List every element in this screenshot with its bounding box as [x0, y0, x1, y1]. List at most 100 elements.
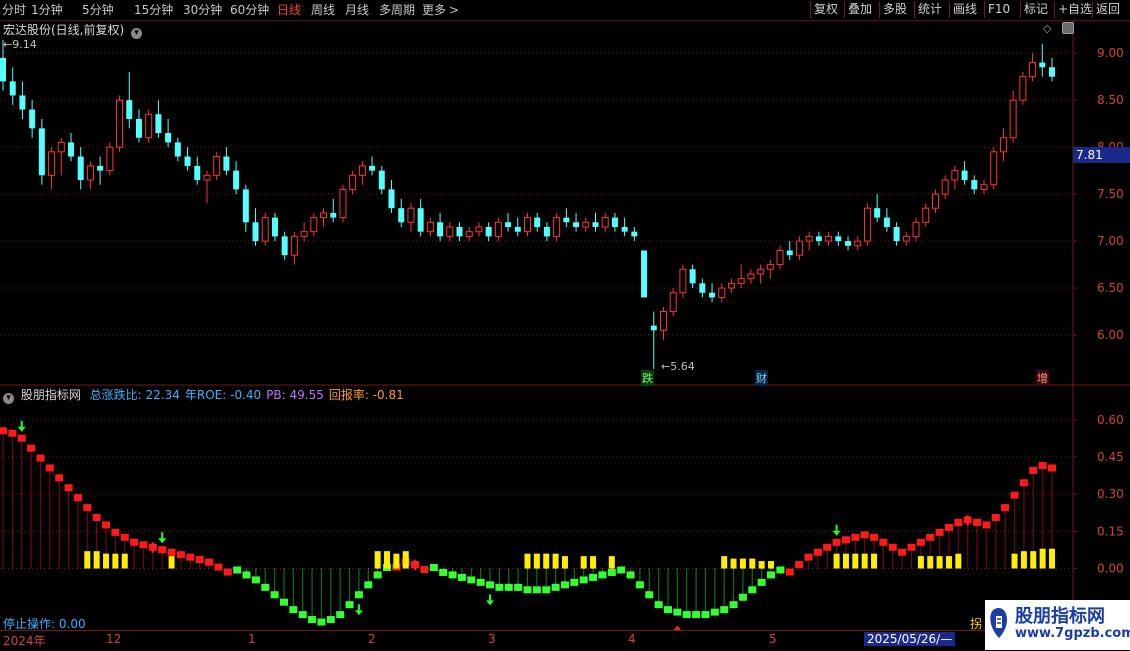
indicator-volume-bar: [955, 553, 962, 569]
candle-body: [485, 226, 492, 237]
indicator-cap: [851, 533, 860, 541]
indicator-tick-label: 0.45: [1097, 450, 1124, 464]
indicator-cap: [439, 568, 448, 576]
price-tick-label: 7.50: [1097, 187, 1124, 201]
indicator-cap: [560, 581, 569, 589]
candle-body: [592, 222, 599, 227]
candle-body: [48, 151, 56, 176]
indicator-volume-bar: [590, 556, 597, 569]
indicator-cap: [682, 611, 691, 619]
candlestick-series: [0, 40, 1055, 369]
candle-body: [931, 193, 939, 209]
candle-body: [795, 240, 803, 256]
indicator-cap: [860, 531, 869, 539]
candle-body: [514, 226, 521, 232]
indicator-cap: [673, 608, 682, 616]
indicator-volume-bar: [533, 553, 540, 569]
chevron-down-icon[interactable]: ▾: [131, 28, 143, 39]
indicator-volume-bar: [93, 551, 100, 569]
chevron-down-icon[interactable]: ▾: [3, 393, 14, 404]
candle-body: [815, 236, 822, 242]
candle-body: [524, 217, 531, 233]
period-daily[interactable]: 日线: [277, 2, 301, 18]
period-5min[interactable]: 5分钟: [82, 2, 114, 18]
indicator-cap: [214, 563, 223, 571]
candle-body: [19, 95, 26, 110]
price-tick-label: 7.00: [1097, 234, 1124, 248]
indicator-cap: [345, 601, 354, 609]
indicator-cap: [195, 556, 204, 564]
period-15min[interactable]: 15分钟: [134, 2, 173, 18]
overlay-button[interactable]: 叠加: [844, 1, 875, 18]
indicator-cap: [55, 474, 64, 482]
candle-body: [990, 151, 998, 186]
indicator-cap: [364, 581, 373, 589]
indicator-cap: [523, 586, 532, 594]
indicator-cap: [589, 573, 598, 581]
back-button[interactable]: 返回: [1092, 1, 1123, 18]
period-weekly[interactable]: 周线: [311, 2, 335, 18]
candle-body: [135, 118, 142, 138]
candle-body: [86, 165, 94, 181]
indicator-cap: [504, 583, 513, 591]
indicator-cap: [898, 548, 907, 556]
current-price-tag: 7.81: [1073, 147, 1130, 163]
indicator-cap: [354, 591, 363, 599]
candle-body: [174, 142, 181, 157]
mark-button[interactable]: 标记: [1020, 1, 1051, 18]
candle-body: [893, 226, 900, 242]
event-marker-fall[interactable]: 跌: [641, 370, 654, 386]
multi-stock-button[interactable]: 多股: [879, 1, 910, 18]
indicator-cap: [926, 533, 935, 541]
period-monthly[interactable]: 月线: [345, 2, 369, 18]
indicator-cap: [223, 568, 232, 576]
candle-body: [776, 249, 784, 266]
panel-toggle-icon[interactable]: [1062, 22, 1074, 34]
event-marker-finance[interactable]: 财: [755, 370, 768, 386]
date-axis-bar[interactable]: 2024年 12 1 2 3 4 5 2025/05/26/— 拐: [0, 617, 1130, 651]
date-label: 4: [628, 632, 636, 646]
diamond-icon[interactable]: ◇: [1043, 22, 1051, 35]
draw-line-button[interactable]: 画线: [949, 1, 980, 18]
candle-body: [29, 109, 36, 129]
indicator-volume-bar: [168, 556, 175, 569]
period-60min[interactable]: 60分钟: [230, 2, 269, 18]
watermark-url: www.7gpzb.com: [1015, 626, 1130, 641]
period-30min[interactable]: 30分钟: [183, 2, 222, 18]
candle-body: [494, 221, 502, 237]
adjust-button[interactable]: 复权: [810, 1, 841, 18]
candle-body: [699, 283, 706, 293]
indicator-cap: [73, 494, 82, 502]
arrow-down-icon: [158, 532, 167, 544]
event-marker-increase[interactable]: 增: [1036, 370, 1049, 386]
stop-label: 停止操作:: [3, 617, 56, 631]
candle-body: [669, 292, 677, 313]
f10-button[interactable]: F10: [984, 1, 1013, 18]
indicator-cap: [757, 578, 766, 586]
add-watchlist-button[interactable]: +自选: [1054, 1, 1095, 18]
date-label: 5: [769, 632, 777, 646]
indicator-cap: [617, 566, 626, 574]
chevron-right-icon[interactable]: >: [449, 2, 459, 18]
candle-body: [1039, 62, 1046, 68]
indicator-cap: [598, 571, 607, 579]
period-more[interactable]: 更多: [422, 2, 446, 18]
candle-body: [349, 174, 357, 190]
candle-body: [155, 114, 162, 134]
low-price-label: 5.64: [670, 360, 695, 373]
period-1min[interactable]: 1分钟: [31, 2, 63, 18]
period-multi[interactable]: 多周期: [379, 2, 415, 18]
chart-canvas[interactable]: 9.008.508.007.507.006.506.00 0.600.450.3…: [0, 20, 1130, 630]
indicator-volume-bar: [543, 553, 550, 569]
indicator-cap: [64, 484, 73, 492]
indicator-volume-bar: [1011, 553, 1018, 569]
statistics-button[interactable]: 统计: [914, 1, 945, 18]
indicator-cap: [495, 583, 504, 591]
indicator-volume-bar: [871, 553, 878, 569]
candle-body: [0, 57, 6, 82]
indicator-cap: [748, 586, 757, 594]
candle-body: [659, 311, 667, 331]
indicator-volume-bar: [852, 553, 859, 569]
period-minute[interactable]: 分时: [2, 2, 26, 18]
candle-body: [631, 231, 638, 237]
